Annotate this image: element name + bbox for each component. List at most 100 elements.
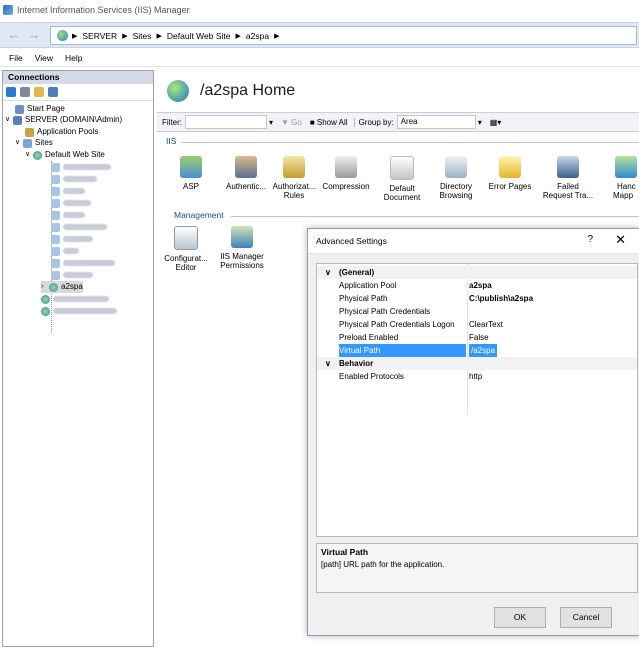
- dialog-title-bar: Advanced Settings ? ✕: [308, 229, 639, 254]
- property-row-selected[interactable]: Virtual Path /a2spa: [317, 344, 637, 357]
- go-button[interactable]: ▼ Go: [281, 118, 302, 127]
- address-field[interactable]: ▶ SERVER ▶ Sites ▶ Default Web Site ▶ a2…: [50, 26, 637, 45]
- close-icon[interactable]: ✕: [615, 232, 626, 248]
- filter-input[interactable]: [185, 115, 267, 129]
- error-pages-icon: [499, 156, 521, 178]
- up-folder-icon[interactable]: [34, 87, 44, 97]
- tree-other-site[interactable]: [41, 293, 109, 305]
- feature-handler-mappings[interactable]: Hanc Mapp: [607, 156, 639, 200]
- property-row[interactable]: Physical Path Credentials: [317, 305, 637, 318]
- chevron-down-icon[interactable]: ▾: [269, 118, 273, 127]
- chevron-right-icon[interactable]: ›: [41, 281, 49, 293]
- feature-configuration-editor[interactable]: Configurat... Editor: [161, 226, 211, 272]
- feature-authentication[interactable]: Authentic...: [221, 156, 271, 191]
- sites-icon: [23, 138, 32, 148]
- property-name: Virtual Path: [339, 344, 466, 357]
- property-value[interactable]: http: [469, 370, 634, 383]
- chevron-down-icon[interactable]: ∨: [325, 266, 331, 279]
- property-row[interactable]: Preload Enabled False: [317, 331, 637, 344]
- tree-default-web-site[interactable]: ∨ Default Web Site: [25, 149, 105, 161]
- connections-tree-icon[interactable]: [48, 87, 58, 97]
- description-text: [path] URL path for the application.: [321, 560, 445, 569]
- category-general[interactable]: ∨ (General): [317, 266, 637, 279]
- save-icon[interactable]: [20, 87, 30, 97]
- tree-selected-site[interactable]: › a2spa: [41, 281, 83, 293]
- tree-child-item[interactable]: [51, 173, 97, 185]
- failed-request-icon: [557, 156, 579, 178]
- authentication-icon: [235, 156, 257, 178]
- category-behavior[interactable]: ∨ Behavior: [317, 357, 637, 370]
- chevron-down-icon[interactable]: ∨: [325, 357, 331, 370]
- feature-compression[interactable]: Compression: [321, 156, 371, 191]
- filter-bar: Filter: ▾ ▼ Go ■ Show All Group by: Area…: [157, 112, 639, 132]
- permissions-icon: [231, 226, 253, 248]
- default-document-icon: [390, 156, 414, 180]
- tree-other-site[interactable]: [41, 305, 117, 317]
- cancel-button[interactable]: Cancel: [560, 607, 612, 628]
- tree-child-item[interactable]: [51, 233, 93, 245]
- breadcrumb-default-web-site[interactable]: Default Web Site: [167, 31, 231, 41]
- back-arrow-icon[interactable]: ←: [4, 27, 24, 43]
- property-value[interactable]: a2spa: [469, 279, 634, 292]
- description-panel: Virtual Path [path] URL path for the app…: [316, 543, 638, 593]
- tree-sites[interactable]: ∨ Sites: [15, 137, 53, 149]
- tree-child-item[interactable]: [51, 185, 85, 197]
- section-management: Management: [174, 210, 224, 220]
- chevron-down-icon[interactable]: ∨: [25, 149, 33, 161]
- forward-arrow-icon[interactable]: →: [24, 27, 44, 43]
- feature-default-document[interactable]: Default Document: [377, 156, 427, 202]
- feature-asp[interactable]: ASP: [166, 156, 216, 191]
- tree-child-item[interactable]: [51, 245, 79, 257]
- breadcrumb-a2spa[interactable]: a2spa: [246, 31, 269, 41]
- property-value[interactable]: ClearText: [469, 318, 634, 331]
- connections-header: Connections: [3, 71, 153, 84]
- window-title: Internet Information Services (IIS) Mana…: [17, 5, 190, 15]
- ok-button[interactable]: OK: [494, 607, 546, 628]
- menu-file[interactable]: File: [9, 53, 23, 63]
- feature-error-pages[interactable]: Error Pages: [485, 156, 535, 191]
- tree-child-item[interactable]: [51, 269, 93, 281]
- property-row[interactable]: Physical Path C:\publish\a2spa: [317, 292, 637, 305]
- tree-child-item[interactable]: [51, 161, 111, 173]
- start-page-icon: [15, 104, 24, 114]
- feature-failed-request-tracing[interactable]: Failed Request Tra...: [539, 156, 597, 200]
- group-by-label: Group by:: [353, 117, 394, 127]
- property-value[interactable]: C:\publish\a2spa: [469, 292, 634, 305]
- globe-icon: [33, 150, 42, 160]
- tree-server[interactable]: ∨ SERVER (DOMAIN\Admin): [5, 114, 122, 126]
- globe-icon: [167, 80, 189, 102]
- show-all-button[interactable]: ■ Show All: [310, 118, 348, 127]
- feature-iis-manager-permissions[interactable]: IIS Manager Permissions: [217, 226, 267, 270]
- menu-view[interactable]: View: [35, 53, 53, 63]
- server-icon: [13, 115, 22, 125]
- handler-mappings-icon: [615, 156, 637, 178]
- feature-directory-browsing[interactable]: Directory Browsing: [431, 156, 481, 200]
- property-value[interactable]: /a2spa: [469, 344, 498, 357]
- property-name: Application Pool: [339, 281, 397, 290]
- breadcrumb-server[interactable]: SERVER: [82, 31, 117, 41]
- property-row[interactable]: Enabled Protocols http: [317, 370, 637, 383]
- tree-child-item[interactable]: [51, 197, 91, 209]
- tree-child-item[interactable]: [51, 221, 107, 233]
- feature-authorization-rules[interactable]: Authorizat... Rules: [269, 156, 319, 200]
- compression-icon: [335, 156, 357, 178]
- property-row[interactable]: Physical Path Credentials Logon ClearTex…: [317, 318, 637, 331]
- breadcrumb-sites[interactable]: Sites: [133, 31, 152, 41]
- tree-child-item[interactable]: [51, 257, 115, 269]
- help-icon[interactable]: ?: [587, 234, 593, 245]
- menu-help[interactable]: Help: [65, 53, 82, 63]
- chevron-down-icon[interactable]: ▾: [478, 118, 482, 127]
- address-bar: ← → ▶ SERVER ▶ Sites ▶ Default Web Site …: [0, 22, 639, 48]
- view-mode-icon[interactable]: ▦▾: [490, 118, 502, 127]
- property-row[interactable]: Application Pool a2spa: [317, 279, 637, 292]
- property-name: Physical Path Credentials: [339, 307, 431, 316]
- connections-toolbar: [3, 84, 153, 101]
- group-by-select[interactable]: Area: [396, 115, 476, 129]
- property-value[interactable]: False: [469, 331, 634, 344]
- chevron-down-icon[interactable]: ∨: [15, 137, 23, 149]
- chevron-down-icon[interactable]: ∨: [5, 114, 13, 126]
- menu-bar: File View Help: [0, 50, 639, 67]
- connect-icon[interactable]: [6, 87, 16, 97]
- tree-child-item[interactable]: [51, 209, 85, 221]
- filter-label: Filter:: [162, 117, 182, 127]
